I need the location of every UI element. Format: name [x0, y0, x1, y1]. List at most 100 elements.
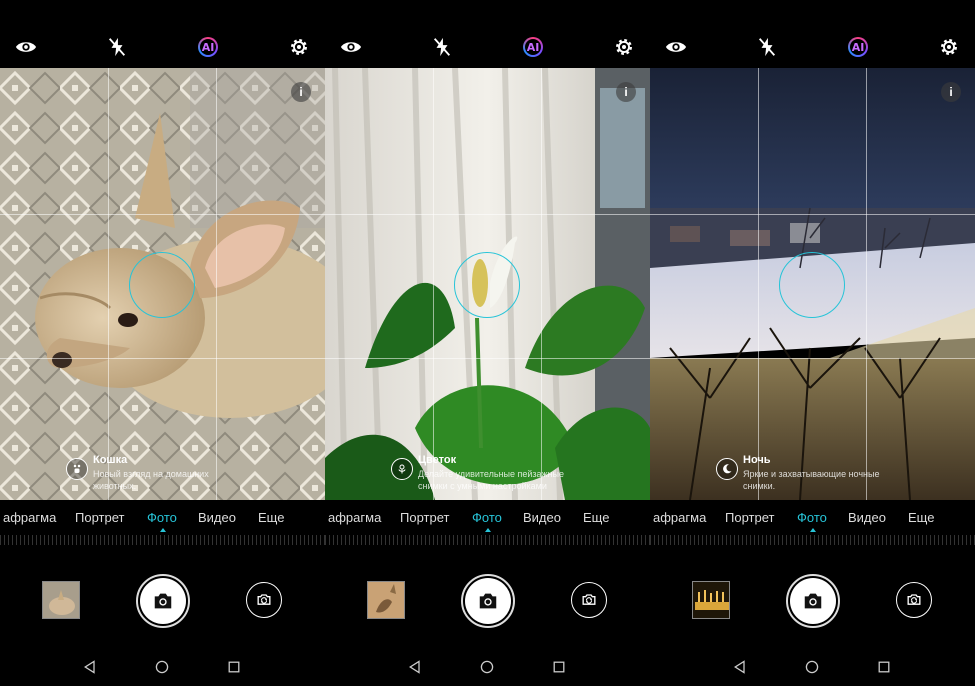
focus-ring [779, 252, 845, 318]
grid-line [325, 358, 650, 359]
moon-icon [716, 458, 738, 480]
mode-video[interactable]: Видео [198, 510, 236, 525]
mode-video[interactable]: Видео [848, 510, 886, 525]
switch-camera-icon [582, 594, 596, 605]
active-mode-indicator [160, 528, 166, 532]
flash-off-icon[interactable] [431, 36, 453, 58]
mode-portrait[interactable]: Портрет [400, 510, 449, 525]
mode-portrait[interactable]: Портрет [725, 510, 774, 525]
home-icon[interactable] [802, 657, 822, 677]
grid-line [325, 214, 650, 215]
switch-camera-icon [907, 594, 921, 605]
top-toolbar: AI [650, 0, 975, 68]
mode-more[interactable]: Еще [258, 510, 284, 525]
top-toolbar: AI [0, 0, 325, 68]
zoom-ruler [650, 535, 975, 545]
gear-icon[interactable] [938, 36, 960, 58]
gallery-thumbnail[interactable] [42, 581, 80, 619]
ai-icon[interactable]: AI [197, 36, 219, 58]
switch-camera-button[interactable] [246, 582, 282, 618]
scene-description: Новый взгляд на домашних животных. [93, 469, 209, 491]
grid-line [650, 214, 975, 215]
grid-line [0, 214, 325, 215]
shutter-button[interactable] [790, 578, 836, 624]
flash-off-icon[interactable] [756, 36, 778, 58]
mode-photo[interactable]: Фото [147, 510, 177, 525]
gallery-thumbnail[interactable] [692, 581, 730, 619]
back-icon[interactable] [80, 657, 100, 677]
info-button[interactable]: i [291, 82, 311, 102]
scene-description: Яркие и захватывающие ночные снимки. [743, 469, 880, 491]
scene-title: Цветок [418, 454, 457, 466]
shutter-button[interactable] [140, 578, 186, 624]
info-button[interactable]: i [616, 82, 636, 102]
gear-icon[interactable] [613, 36, 635, 58]
flower-icon [391, 458, 413, 480]
grid-line [216, 68, 217, 500]
switch-camera-icon [257, 594, 271, 605]
camera-icon [154, 593, 172, 609]
mode-photo[interactable]: Фото [797, 510, 827, 525]
mode-more[interactable]: Еще [908, 510, 934, 525]
back-icon[interactable] [730, 657, 750, 677]
grid-line [0, 358, 325, 359]
recents-icon[interactable] [549, 657, 569, 677]
grid-line [541, 68, 542, 500]
recents-icon[interactable] [874, 657, 894, 677]
flash-off-icon[interactable] [106, 36, 128, 58]
back-icon[interactable] [405, 657, 425, 677]
camera-screen-cat: AI i Кошка Новый взгляд на домашних живо… [0, 0, 325, 686]
eye-icon[interactable] [340, 36, 362, 58]
info-button[interactable]: i [941, 82, 961, 102]
eye-icon[interactable] [15, 36, 37, 58]
grid-line [108, 68, 109, 500]
switch-camera-button[interactable] [896, 582, 932, 618]
mode-video[interactable]: Видео [523, 510, 561, 525]
home-icon[interactable] [152, 657, 172, 677]
top-toolbar: AI [325, 0, 650, 68]
camera-icon [804, 593, 822, 609]
zoom-ruler [325, 535, 650, 545]
home-icon[interactable] [477, 657, 497, 677]
focus-ring [454, 252, 520, 318]
gallery-thumbnail[interactable] [367, 581, 405, 619]
active-mode-indicator [810, 528, 816, 532]
grid-line [650, 358, 975, 359]
ai-icon[interactable]: AI [522, 36, 544, 58]
ai-label: AI [525, 39, 541, 55]
grid-line [866, 68, 867, 500]
zoom-ruler [0, 535, 325, 545]
scene-description: Делайте удивительные пейзажные снимки с … [418, 469, 565, 491]
shutter-button[interactable] [465, 578, 511, 624]
camera-screen-night: AI i Ночь Яркие и захватывающие ночные с… [650, 0, 975, 686]
switch-camera-button[interactable] [571, 582, 607, 618]
focus-ring [129, 252, 195, 318]
gear-icon[interactable] [288, 36, 310, 58]
ai-label: AI [850, 39, 866, 55]
viewfinder[interactable]: i Цветок Делайте удивительные пейзажные … [325, 68, 650, 500]
mode-more[interactable]: Еще [583, 510, 609, 525]
ai-label: AI [200, 39, 216, 55]
recents-icon[interactable] [224, 657, 244, 677]
grid-line [758, 68, 759, 500]
camera-icon [479, 593, 497, 609]
scene-title: Ночь [743, 454, 771, 466]
system-nav-bar [0, 657, 325, 679]
system-nav-bar [650, 657, 975, 679]
scene-title: Кошка [93, 454, 128, 466]
system-nav-bar [325, 657, 650, 679]
screenshot-collage: AI i Кошка Новый взгляд на домашних живо… [0, 0, 975, 686]
active-mode-indicator [485, 528, 491, 532]
viewfinder[interactable]: i Ночь Яркие и захватывающие ночные сним… [650, 68, 975, 500]
camera-screen-flower: AI i Цветок Делайте удивительные пейзажн… [325, 0, 650, 686]
ai-icon[interactable]: AI [847, 36, 869, 58]
eye-icon[interactable] [665, 36, 687, 58]
mode-photo[interactable]: Фото [472, 510, 502, 525]
pet-icon [66, 458, 88, 480]
mode-portrait[interactable]: Портрет [75, 510, 124, 525]
mode-aperture[interactable]: афрагма [328, 510, 381, 525]
mode-aperture[interactable]: афрагма [653, 510, 706, 525]
viewfinder[interactable]: i Кошка Новый взгляд на домашних животны… [0, 68, 325, 500]
grid-line [433, 68, 434, 500]
mode-aperture[interactable]: афрагма [3, 510, 56, 525]
